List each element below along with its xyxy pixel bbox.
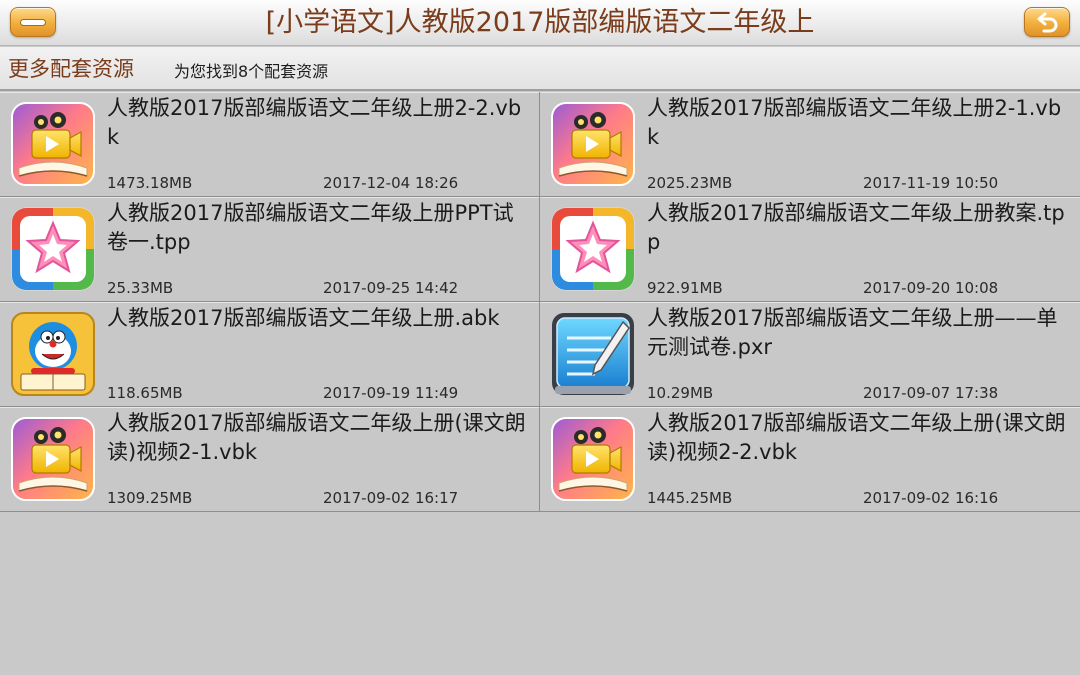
resource-size: 118.65MB — [107, 384, 183, 402]
resource-item[interactable]: 人教版2017版部编版语文二年级上册.abk 118.65MB 2017-09-… — [0, 302, 540, 407]
star-presentation-icon — [11, 207, 95, 291]
resource-size: 1445.25MB — [647, 489, 733, 507]
resource-grid: 人教版2017版部编版语文二年级上册2-2.vbk 1473.18MB 2017… — [0, 92, 1080, 512]
video-book-icon — [551, 417, 635, 501]
resource-item[interactable]: 人教版2017版部编版语文二年级上册教案.tpp 922.91MB 2017-0… — [540, 197, 1080, 302]
video-book-icon — [551, 102, 635, 186]
resource-size: 1309.25MB — [107, 489, 193, 507]
star-presentation-icon — [551, 207, 635, 291]
resource-size: 10.29MB — [647, 384, 714, 402]
resource-name: 人教版2017版部编版语文二年级上册.abk — [107, 306, 500, 330]
resource-date: 2017-09-19 11:49 — [323, 384, 459, 402]
more-resources-label: 更多配套资源 — [8, 57, 134, 81]
resource-name: 人教版2017版部编版语文二年级上册(课文朗读)视频2-2.vbk — [647, 411, 1066, 464]
resource-name: 人教版2017版部编版语文二年级上册2-1.vbk — [647, 96, 1062, 149]
resource-name: 人教版2017版部编版语文二年级上册2-2.vbk — [107, 96, 522, 149]
resource-subheader: 更多配套资源 为您找到8个配套资源 — [0, 47, 1080, 91]
resource-size: 2025.23MB — [647, 174, 733, 192]
resource-date: 2017-09-20 10:08 — [863, 279, 999, 297]
resource-date: 2017-09-07 17:38 — [863, 384, 999, 402]
resource-size: 25.33MB — [107, 279, 174, 297]
resource-name: 人教版2017版部编版语文二年级上册教案.tpp — [647, 201, 1065, 254]
notepad-pen-icon — [551, 312, 635, 396]
resource-name: 人教版2017版部编版语文二年级上册PPT试卷一.tpp — [107, 201, 514, 254]
resource-name: 人教版2017版部编版语文二年级上册(课文朗读)视频2-1.vbk — [107, 411, 526, 464]
title-bar: [小学语文]人教版2017版部编版语文二年级上 — [0, 0, 1080, 46]
cartoon-book-icon — [11, 312, 95, 396]
result-count-text: 为您找到8个配套资源 — [174, 62, 329, 81]
resource-name: 人教版2017版部编版语文二年级上册——单元测试卷.pxr — [647, 306, 1058, 359]
page-title: [小学语文]人教版2017版部编版语文二年级上 — [265, 7, 815, 38]
resource-item[interactable]: 人教版2017版部编版语文二年级上册(课文朗读)视频2-2.vbk 1445.2… — [540, 407, 1080, 512]
resource-item[interactable]: 人教版2017版部编版语文二年级上册PPT试卷一.tpp 25.33MB 201… — [0, 197, 540, 302]
resource-date: 2017-09-02 16:17 — [323, 489, 459, 507]
resource-size: 1473.18MB — [107, 174, 193, 192]
resource-item[interactable]: 人教版2017版部编版语文二年级上册(课文朗读)视频2-1.vbk 1309.2… — [0, 407, 540, 512]
back-button[interactable] — [1024, 7, 1070, 37]
resource-item[interactable]: 人教版2017版部编版语文二年级上册2-1.vbk 2025.23MB 2017… — [540, 92, 1080, 197]
resource-size: 922.91MB — [647, 279, 723, 297]
resource-date: 2017-11-19 10:50 — [863, 174, 999, 192]
video-book-icon — [11, 417, 95, 501]
video-book-icon — [11, 102, 95, 186]
resource-date: 2017-09-25 14:42 — [323, 279, 459, 297]
resource-date: 2017-09-02 16:16 — [863, 489, 999, 507]
resource-item[interactable]: 人教版2017版部编版语文二年级上册2-2.vbk 1473.18MB 2017… — [0, 92, 540, 197]
resource-date: 2017-12-04 18:26 — [323, 174, 459, 192]
resource-item[interactable]: 人教版2017版部编版语文二年级上册——单元测试卷.pxr 10.29MB 20… — [540, 302, 1080, 407]
back-arrow-icon — [1037, 12, 1058, 33]
